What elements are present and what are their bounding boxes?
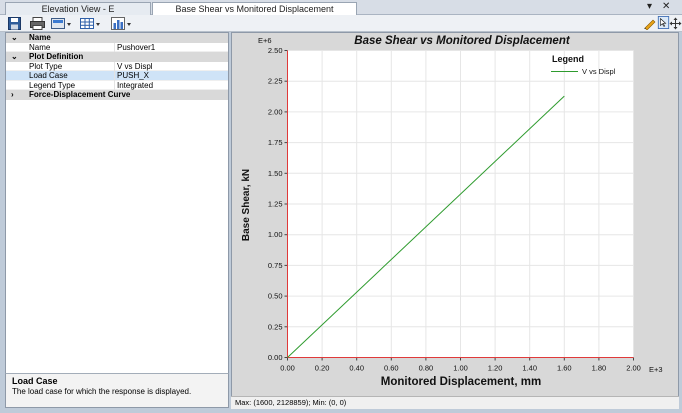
plot-toolbar bbox=[0, 15, 682, 32]
pencil-icon[interactable] bbox=[643, 17, 656, 30]
y-multiplier: E+6 bbox=[258, 36, 272, 45]
category-plot-definition[interactable]: ⌄ Plot Definition bbox=[6, 52, 228, 62]
tab-elevation-view[interactable]: Elevation View - E bbox=[5, 2, 151, 15]
y-tick-label: 2.00 bbox=[268, 107, 283, 116]
column-divider bbox=[114, 61, 115, 71]
x-tick-label: 0.60 bbox=[384, 364, 399, 373]
y-axis-label: Base Shear, kN bbox=[241, 169, 252, 241]
y-tick-labels: 0.00 0.25 0.50 0.75 1.00 1.25 1.50 1.75 2.00 2.25… bbox=[268, 46, 288, 362]
y-tick-label: 1.25 bbox=[268, 200, 283, 209]
pushover-chart[interactable]: Base Shear vs Monitored Displacement E+6… bbox=[232, 33, 678, 395]
y-tick-label: 0.75 bbox=[268, 261, 283, 270]
x-tick-label: 1.80 bbox=[592, 364, 607, 373]
description-text: The load case for which the response is … bbox=[12, 387, 192, 396]
y-tick-label: 2.25 bbox=[268, 77, 283, 86]
pan-icon[interactable] bbox=[669, 17, 682, 30]
save-icon[interactable] bbox=[8, 17, 21, 30]
x-tick-label: 0.00 bbox=[280, 364, 295, 373]
property-value[interactable]: Integrated bbox=[117, 81, 153, 90]
y-tick-label: 2.50 bbox=[268, 46, 283, 55]
y-tick-label: 0.50 bbox=[268, 292, 283, 301]
property-label: Plot Type bbox=[29, 61, 63, 71]
description-title: Load Case bbox=[12, 376, 58, 386]
property-row-name[interactable]: Name Pushover1 bbox=[6, 42, 228, 52]
plot-panel: Base Shear vs Monitored Displacement E+6… bbox=[231, 32, 679, 409]
x-tick-label: 0.80 bbox=[419, 364, 434, 373]
status-minmax: Max: (1600, 2128859); Min: (0, 0) bbox=[235, 398, 347, 407]
bar-chart-icon[interactable] bbox=[111, 17, 132, 30]
x-axis-label: Monitored Displacement, mm bbox=[381, 376, 541, 388]
tab-base-shear-plot[interactable]: Base Shear vs Monitored Displacement bbox=[152, 2, 357, 15]
close-icon[interactable]: ✕ bbox=[662, 1, 670, 13]
category-force-displacement-curve[interactable]: › Force-Displacement Curve bbox=[6, 90, 228, 100]
property-value[interactable]: V vs Displ bbox=[117, 62, 153, 71]
property-description: Load Case The load case for which the re… bbox=[5, 373, 229, 408]
category-label: Plot Definition bbox=[29, 52, 84, 61]
x-tick-label: 1.20 bbox=[488, 364, 503, 373]
export-icon[interactable] bbox=[51, 17, 72, 30]
document-tab-bar: Elevation View - E Base Shear vs Monitor… bbox=[0, 0, 682, 15]
x-tick-labels: 0.00 0.20 0.40 0.60 0.80 1.00 1.20 1.40 1.60 1.80… bbox=[280, 357, 641, 373]
table-icon[interactable] bbox=[80, 17, 101, 30]
x-multiplier: E+3 bbox=[649, 365, 663, 374]
x-tick-label: 1.00 bbox=[453, 364, 468, 373]
y-tick-label: 0.25 bbox=[268, 322, 283, 331]
category-label: Force-Displacement Curve bbox=[29, 90, 131, 99]
x-tick-label: 0.40 bbox=[349, 364, 364, 373]
y-tick-label: 1.00 bbox=[268, 230, 283, 239]
tab-list-dropdown-icon[interactable]: ▾ bbox=[647, 1, 652, 13]
y-tick-label: 1.50 bbox=[268, 169, 283, 178]
property-grid: ⌄ Name Name Pushover1 ⌄ Plot Definition … bbox=[5, 32, 229, 408]
category-name[interactable]: ⌄ Name bbox=[6, 33, 228, 43]
x-tick-label: 1.60 bbox=[557, 364, 572, 373]
legend-entry: V vs Displ bbox=[582, 67, 616, 76]
print-icon[interactable] bbox=[30, 17, 46, 30]
column-divider bbox=[114, 42, 115, 52]
property-label: Name bbox=[29, 42, 51, 52]
y-tick-label: 1.75 bbox=[268, 138, 283, 147]
column-divider bbox=[114, 71, 115, 81]
property-row-plot-type[interactable]: Plot Type V vs Displ bbox=[6, 61, 228, 71]
column-divider bbox=[114, 80, 115, 90]
property-row-legend-type[interactable]: Legend Type Integrated bbox=[6, 80, 228, 90]
property-value[interactable]: PUSH_X bbox=[117, 71, 149, 80]
x-tick-label: 1.40 bbox=[522, 364, 537, 373]
collapse-icon[interactable]: ⌄ bbox=[11, 33, 21, 42]
property-value[interactable]: Pushover1 bbox=[117, 43, 155, 52]
status-bar: Max: (1600, 2128859); Min: (0, 0) bbox=[231, 396, 679, 409]
expand-icon[interactable]: › bbox=[11, 90, 21, 99]
legend-title: Legend bbox=[552, 54, 584, 64]
property-row-load-case[interactable]: Load Case PUSH_X bbox=[6, 71, 228, 81]
x-tick-label: 0.20 bbox=[315, 364, 330, 373]
property-label: Legend Type bbox=[29, 80, 76, 90]
chart-title: Base Shear vs Monitored Displacement bbox=[354, 35, 571, 47]
y-tick-label: 0.00 bbox=[268, 353, 283, 362]
property-label: Load Case bbox=[29, 71, 68, 80]
x-tick-label: 2.00 bbox=[626, 364, 641, 373]
category-label: Name bbox=[29, 33, 51, 42]
collapse-icon[interactable]: ⌄ bbox=[11, 52, 21, 61]
